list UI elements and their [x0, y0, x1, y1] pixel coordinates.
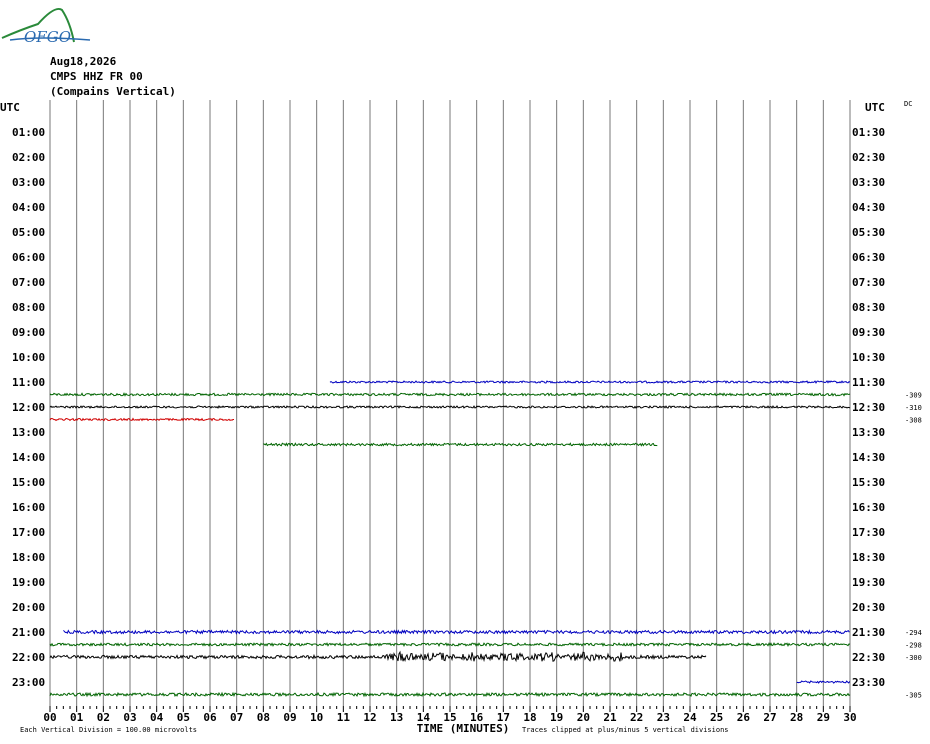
right-time-label: 15:30 — [852, 476, 885, 489]
minute-tick-label: 18 — [523, 711, 536, 724]
left-time-label: 17:00 — [12, 526, 45, 539]
trace-red — [49, 417, 235, 422]
minute-tick-label: 25 — [710, 711, 723, 724]
trace-black — [49, 650, 707, 663]
right-time-label: 06:30 — [852, 251, 885, 264]
minute-tick-label: 02 — [97, 711, 110, 724]
dc-offset-label: -309 — [905, 392, 922, 400]
left-time-label: 18:00 — [12, 551, 45, 564]
left-time-label: 09:00 — [12, 326, 45, 339]
dc-offset-label: -305 — [905, 692, 922, 700]
minute-tick-label: 19 — [550, 711, 563, 724]
helicorder-plot: OFGO UTC UTC DC 01:00 02:00 03:00 04:00 05:00 06… — [0, 8, 922, 735]
left-axis-label: UTC — [0, 101, 20, 114]
x-axis-title: TIME (MINUTES) — [417, 722, 510, 735]
left-time-label: 03:00 — [12, 176, 45, 189]
left-time-label: 20:00 — [12, 601, 45, 614]
left-time-label: 10:00 — [12, 351, 45, 364]
minute-tick-label: 28 — [790, 711, 803, 724]
axis-labels: UTC UTC DC 01:00 02:00 03:00 04:00 05:00 06:00 07… — [0, 100, 922, 735]
left-time-label: 16:00 — [12, 501, 45, 514]
right-time-label: 07:30 — [852, 276, 885, 289]
left-time-label: 11:00 — [12, 376, 45, 389]
left-time-label: 06:00 — [12, 251, 45, 264]
trace-blue — [63, 629, 850, 635]
minute-tick-label: 11 — [337, 711, 351, 724]
minute-tick-label: 23 — [657, 711, 670, 724]
division-note: Each Vertical Division = 100.00 microvol… — [20, 726, 197, 734]
trace-blue — [329, 380, 851, 384]
right-time-label: 20:30 — [852, 601, 885, 614]
right-time-label: 22:30 — [852, 651, 885, 664]
minute-tick-label: 20 — [577, 711, 590, 724]
left-time-label: 13:00 — [12, 426, 45, 439]
left-time-label: 15:00 — [12, 476, 45, 489]
date-label: Aug18,2026 — [50, 55, 117, 68]
minute-tick-label: 22 — [630, 711, 643, 724]
minute-tick-label: 27 — [763, 711, 776, 724]
right-time-label: 02:30 — [852, 151, 885, 164]
right-time-label: 08:30 — [852, 301, 885, 314]
left-time-label: 21:00 — [12, 626, 45, 639]
right-time-label: 19:30 — [852, 576, 885, 589]
left-time-label: 01:00 — [12, 126, 45, 139]
station-label: CMPS HHZ FR 00 — [50, 70, 143, 83]
left-time-label: 08:00 — [12, 301, 45, 314]
left-time-label: 02:00 — [12, 151, 45, 164]
dc-offset-label: -308 — [905, 417, 922, 425]
right-time-label: 01:30 — [852, 126, 885, 139]
left-time-label: 14:00 — [12, 451, 45, 464]
minute-tick-label: 30 — [843, 711, 856, 724]
trace-green — [263, 442, 658, 447]
right-time-label: 17:30 — [852, 526, 885, 539]
minute-tick-label: 06 — [203, 711, 217, 724]
left-time-label: 19:00 — [12, 576, 45, 589]
left-time-label: 23:00 — [12, 676, 45, 689]
right-time-label: 21:30 — [852, 626, 885, 639]
minute-tick-label: 10 — [310, 711, 323, 724]
minute-tick-label: 08 — [257, 711, 270, 724]
minute-tick-label: 00 — [43, 711, 56, 724]
left-time-label: 07:00 — [12, 276, 45, 289]
minute-tick-label: 09 — [283, 711, 296, 724]
right-time-label: 10:30 — [852, 351, 885, 364]
minute-tick-label: 13 — [390, 711, 403, 724]
right-axis-label: UTC — [865, 101, 885, 114]
right-time-label: 05:30 — [852, 226, 885, 239]
logo-text: OFGO — [24, 28, 71, 46]
grid-lines — [49, 100, 851, 712]
minute-tick-label: 04 — [150, 711, 164, 724]
minute-tick-label: 26 — [737, 711, 751, 724]
minute-tick-label: 24 — [683, 711, 697, 724]
right-time-label: 23:30 — [852, 676, 885, 689]
dc-offset-label: -310 — [905, 404, 922, 412]
right-time-label: 13:30 — [852, 426, 885, 439]
right-time-label: 18:30 — [852, 551, 885, 564]
minute-tick-label: 03 — [123, 711, 136, 724]
left-time-label: 04:00 — [12, 201, 45, 214]
right-time-label: 12:30 — [852, 401, 885, 414]
right-time-label: 04:30 — [852, 201, 885, 214]
ofgo-logo: OFGO — [1, 8, 91, 46]
dc-offset-label: -300 — [905, 654, 922, 662]
right-time-label: 16:30 — [852, 501, 885, 514]
dc-label: DC — [904, 100, 912, 108]
left-time-label: 05:00 — [12, 226, 45, 239]
minute-tick-label: 05 — [177, 711, 190, 724]
minute-tick-label: 07 — [230, 711, 243, 724]
minute-tick-label: 21 — [603, 711, 617, 724]
minute-tick-label: 12 — [363, 711, 376, 724]
dc-offset-label: -294 — [905, 629, 922, 637]
left-time-label: 22:00 — [12, 651, 45, 664]
dc-offset-label: -298 — [905, 642, 922, 650]
right-time-label: 03:30 — [852, 176, 885, 189]
clip-note: Traces clipped at plus/minus 5 vertical … — [522, 726, 729, 734]
minute-tick-label: 29 — [817, 711, 830, 724]
left-time-label: 12:00 — [12, 401, 45, 414]
right-time-label: 09:30 — [852, 326, 885, 339]
minute-tick-label: 01 — [70, 711, 84, 724]
right-time-label: 11:30 — [852, 376, 885, 389]
right-time-label: 14:30 — [852, 451, 885, 464]
location-label: (Compains Vertical) — [50, 85, 176, 98]
